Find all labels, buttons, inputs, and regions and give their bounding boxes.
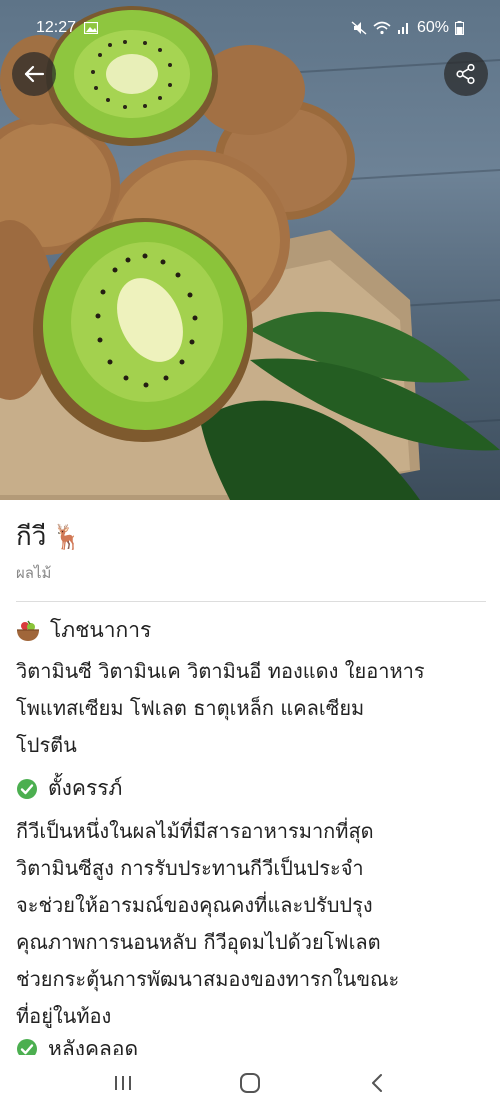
body-line: คุณภาพการนอนหลับ กีวีอุดมไปด้วยโฟเลต: [16, 930, 381, 954]
body-line: วิตามินซี วิตามินเค วิตามินอี ทองแดง ใยอ…: [16, 659, 425, 683]
section-title: ตั้งครรภ์: [48, 776, 123, 800]
check-circle-icon: [17, 778, 37, 799]
title-row: กีวี 🦌: [16, 516, 484, 557]
body-line: วิตามินซีสูง การรับประทานกีวีเป็นประจำ: [16, 856, 364, 880]
status-bar: 12:27 60%: [0, 0, 500, 56]
section-title: โภชนาการ: [50, 618, 152, 642]
share-icon: [456, 63, 475, 85]
title-emoji: 🦌: [52, 522, 83, 551]
category-label: ผลไม้: [16, 564, 52, 582]
body-line: กีวีเป็นหนึ่งในผลไม้ที่มีสารอาหารมากที่ส…: [16, 819, 374, 843]
food-bowl-icon: [17, 620, 39, 641]
system-nav-bar: [0, 1055, 500, 1111]
home-button[interactable]: [230, 1063, 270, 1103]
hero-image: [0, 0, 500, 500]
kiwi-photo: [0, 6, 500, 500]
body-line: โพแทสเซียม โฟเลต ธาตุเหล็ก แคลเซียม: [16, 696, 365, 720]
battery-icon: [455, 21, 464, 35]
body-line: ช่วยกระตุ้นการพัฒนาสมองของทารกในขณะ: [16, 967, 400, 991]
nutrition-section: โภชนาการ วิตามินซี วิตามินเค วิตามินอี ท…: [16, 614, 484, 764]
section-header: โภชนาการ: [16, 614, 484, 647]
home-icon: [239, 1073, 260, 1093]
back-icon: [371, 1074, 382, 1092]
page-title: กีวี: [16, 522, 47, 552]
recent-apps-icon: [115, 1076, 132, 1090]
nav-back-button[interactable]: [357, 1063, 397, 1103]
signal-icon: [397, 23, 408, 34]
mute-icon: [351, 21, 367, 35]
detail-content: กีวี 🦌 ผลไม้ โภชนาการ วิตามินซี วิตามินเ…: [0, 500, 500, 1035]
status-time: 12:27: [36, 19, 77, 36]
section-body: กีวีเป็นหนึ่งในผลไม้ที่มีสารอาหารมากที่ส…: [16, 813, 484, 1035]
section-body: วิตามินซี วิตามินเค วิตามินอี ทองแดง ใยอ…: [16, 653, 484, 764]
body-line: จะช่วยให้อารมณ์ของคุณคงที่และปรับปรุง: [16, 893, 373, 917]
arrow-left-icon: [24, 65, 45, 83]
body-line: โปรตีน: [16, 733, 77, 757]
back-button[interactable]: [12, 52, 56, 96]
body-line: ที่อยู่ในท้อง: [16, 1004, 112, 1028]
pregnancy-section: ตั้งครรภ์ กีวีเป็นหนึ่งในผลไม้ที่มีสารอา…: [16, 772, 484, 1035]
battery-percent: 60%: [416, 19, 449, 36]
section-header: ตั้งครรภ์: [16, 772, 484, 805]
wifi-icon: [373, 21, 391, 35]
divider: [16, 601, 486, 602]
share-button[interactable]: [444, 52, 488, 96]
recent-apps-button[interactable]: [103, 1063, 143, 1103]
gallery-icon: [84, 22, 99, 34]
